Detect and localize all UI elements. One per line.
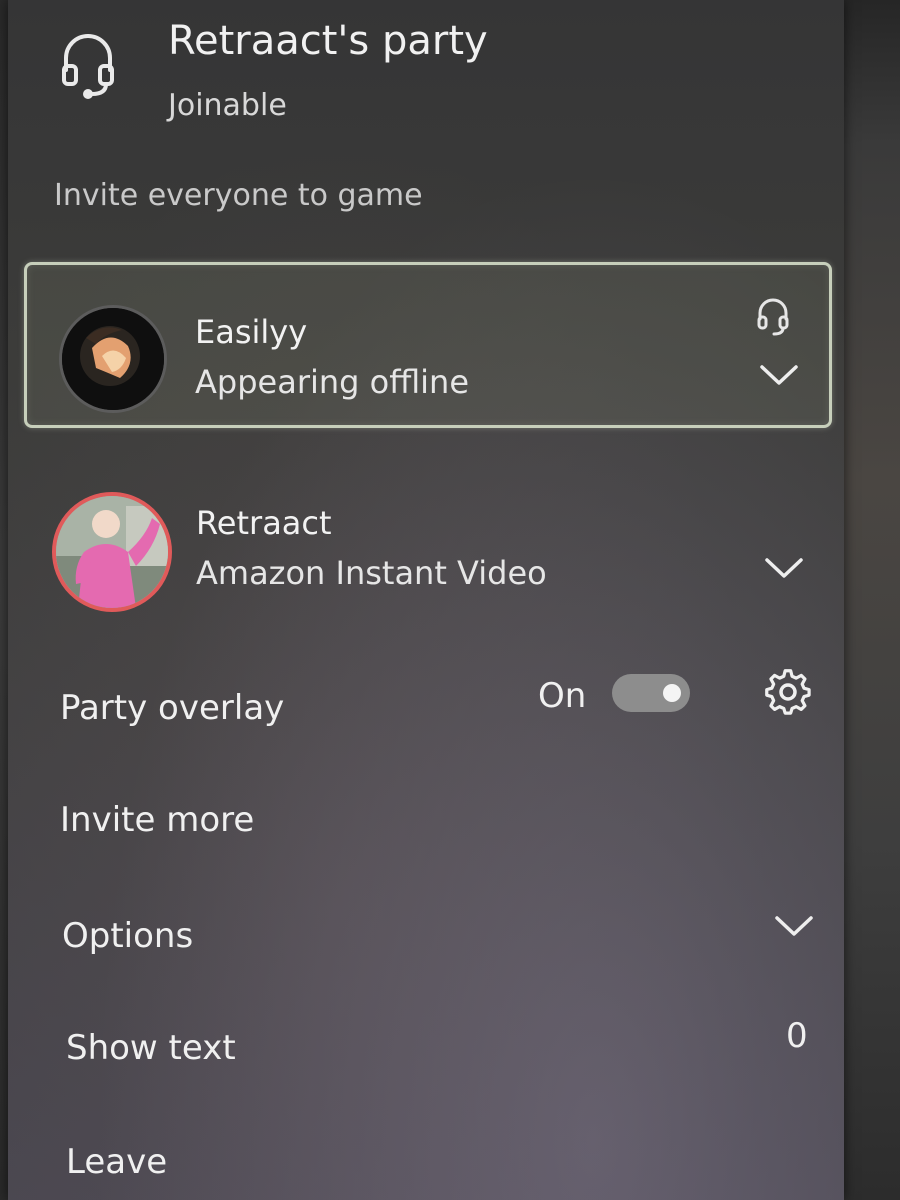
avatar: [59, 305, 167, 413]
member-status: Amazon Instant Video: [196, 554, 547, 592]
party-overlay-label: Party overlay: [60, 688, 285, 728]
show-text-button[interactable]: Show text: [66, 1028, 236, 1068]
party-status: Joinable: [168, 88, 287, 123]
leave-button[interactable]: Leave: [66, 1142, 167, 1182]
party-title: Retraact's party: [168, 18, 488, 64]
avatar: [52, 492, 172, 612]
party-headset-icon: [58, 30, 118, 100]
party-member-easilyy[interactable]: Easilyy Appearing offline: [24, 262, 832, 428]
toggle-knob: [663, 684, 681, 702]
member-status: Appearing offline: [195, 363, 469, 401]
invite-everyone-button[interactable]: Invite everyone to game: [54, 178, 423, 213]
invite-more-button[interactable]: Invite more: [60, 800, 254, 840]
headset-icon: [755, 297, 791, 337]
member-name: Retraact: [196, 504, 332, 542]
party-panel: Retraact's party Joinable Invite everyon…: [8, 0, 844, 1200]
party-overlay-toggle[interactable]: [612, 674, 690, 712]
party-overlay-state: On: [538, 676, 587, 716]
show-text-count: 0: [786, 1016, 808, 1056]
background-right: [835, 0, 900, 1200]
chevron-down-icon[interactable]: [757, 361, 801, 389]
options-button[interactable]: Options: [62, 916, 193, 956]
member-name: Easilyy: [195, 313, 308, 351]
chevron-down-icon[interactable]: [762, 554, 806, 582]
chevron-down-icon[interactable]: [772, 912, 816, 940]
gear-icon[interactable]: [764, 668, 812, 716]
party-member-retraact[interactable]: Retraact Amazon Instant Video: [24, 492, 832, 612]
